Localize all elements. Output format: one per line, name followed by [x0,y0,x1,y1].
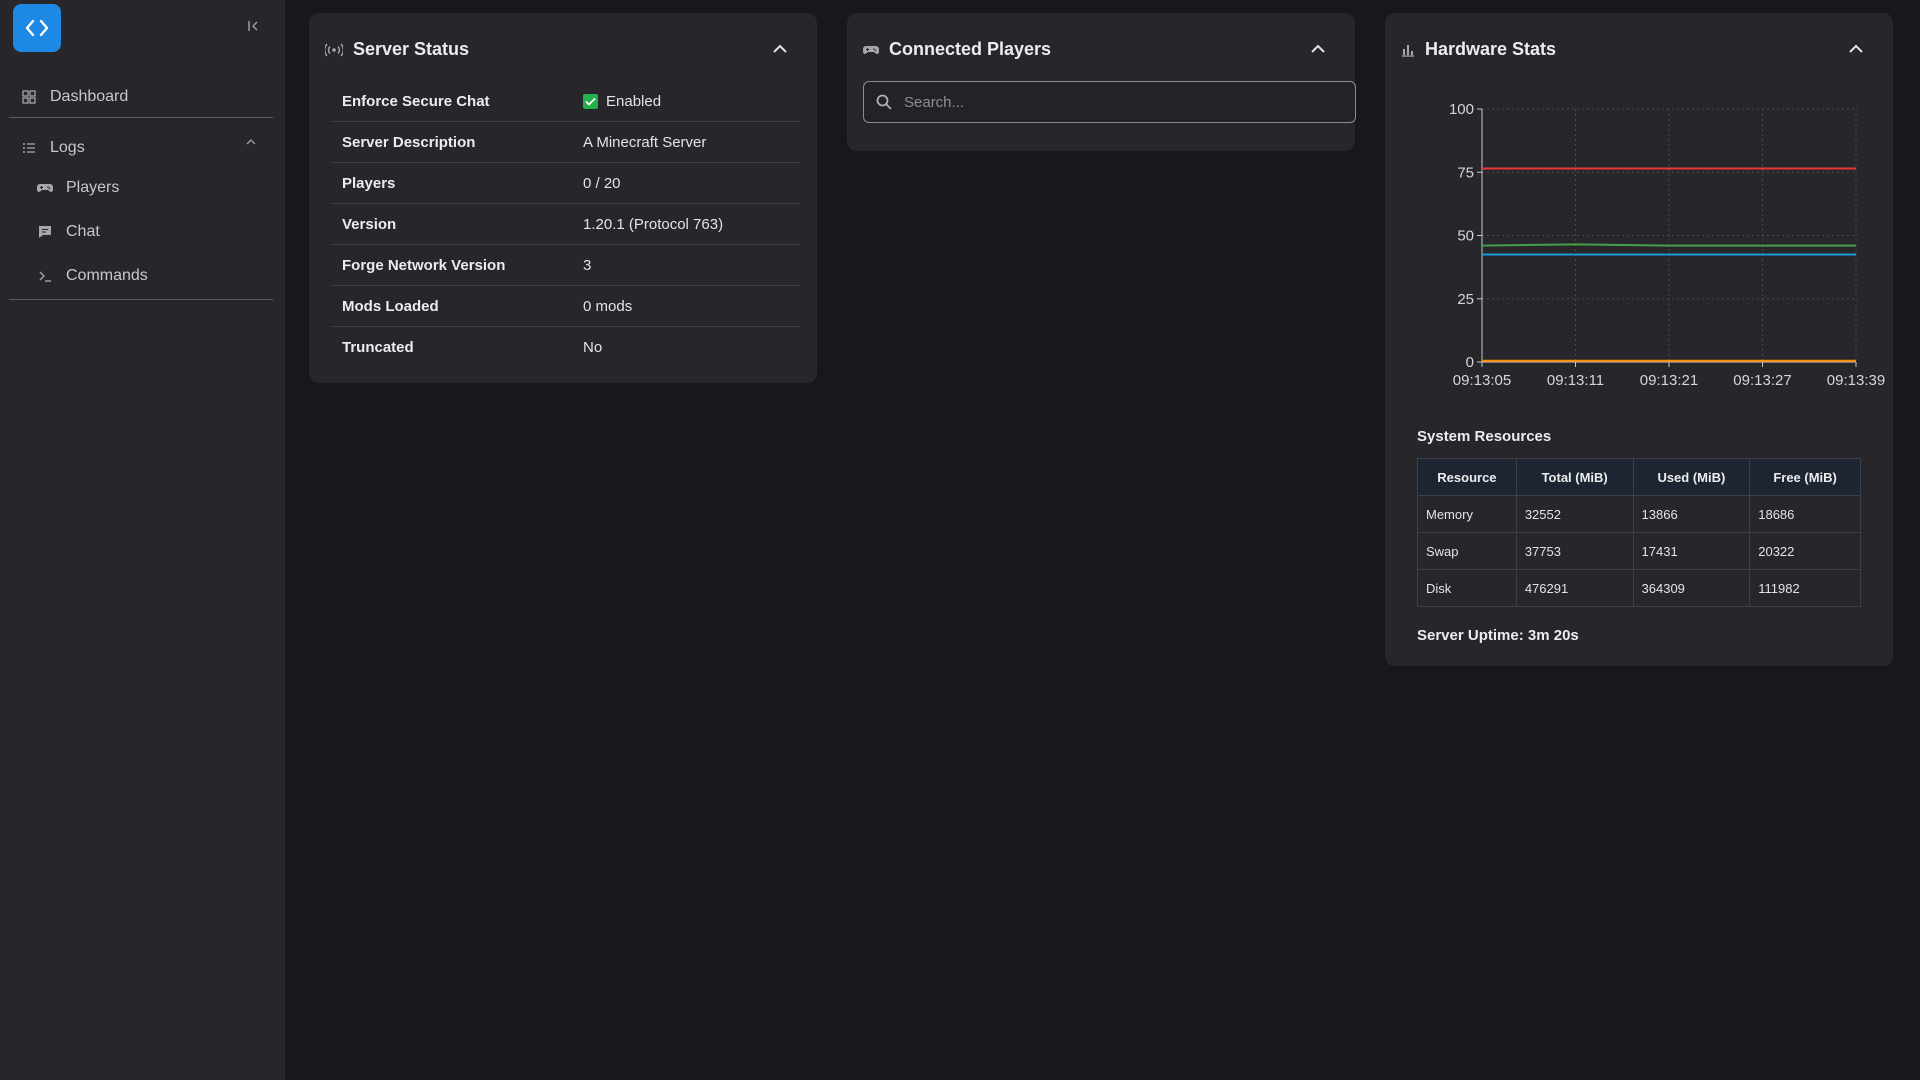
chat-icon [37,224,53,240]
code-icon [25,19,49,37]
y-tick-label: 100 [1449,101,1474,118]
sidebar-item-label: Chat [66,223,100,240]
sidebar-item-logs[interactable]: Logs [21,139,85,157]
y-tick-label: 25 [1457,291,1474,308]
connected-players-card: Connected Players [847,13,1356,151]
gamepad-icon [863,45,879,54]
table-cell: 32552 [1515,495,1634,533]
resources-table: Resource Total (MiB) Used (MiB) Free (Mi… [1417,458,1861,607]
checkbox[interactable] [583,93,598,109]
checkmark-icon [585,97,596,106]
status-key: Server Description [342,133,476,151]
resources-title: System Resources [1417,428,1552,445]
status-value: A Minecraft Server [583,133,707,151]
player-search-box[interactable] [863,81,1356,123]
table-cell: 17431 [1632,532,1751,570]
status-value: No [583,339,603,356]
x-tick-label: 09:13:39 [1827,372,1885,389]
x-tick-label: 09:13:27 [1733,372,1791,389]
list-icon [21,140,37,156]
table-cell: 13866 [1632,495,1751,533]
sidebar-item-dashboard[interactable]: Dashboard [21,88,128,106]
sidebar-item-chat[interactable]: Chat [37,223,100,241]
table-cell: Disk [1417,569,1517,607]
chevron-up-icon[interactable] [245,137,257,147]
server-uptime: Server Uptime: 3m 20s [1417,627,1579,644]
broadcast-icon [325,43,343,56]
status-key: Enforce Secure Chat [342,92,490,110]
sidebar-item-commands[interactable]: Commands [37,267,148,285]
table-cell: 364309 [1632,569,1751,607]
hardware-stats-card: Hardware Stats 0 25 50 75 100 09:13:05 09:13:1… [1385,13,1893,666]
search-icon [876,94,892,110]
chevron-up-icon[interactable] [1310,43,1326,55]
status-row-version: Version 1.20.1 (Protocol 763) [330,204,800,245]
table-cell: 20322 [1749,532,1861,570]
sidebar-item-label: Players [66,179,120,196]
sidebar-item-label: Commands [66,267,148,284]
x-tick-label: 09:13:21 [1640,372,1698,389]
hardware-line-chart: 0 25 50 75 100 09:13:05 09:13:11 09:13:21 09:13:… [1449,101,1885,389]
status-row-mods: Mods Loaded 0 mods [330,286,800,327]
status-row-truncated: Truncated No [330,327,800,368]
status-key: Version [342,215,397,233]
chevron-up-icon[interactable] [772,43,788,55]
card-title: Connected Players [889,39,1052,59]
status-value: 1.20.1 (Protocol 763) [583,215,724,233]
x-tick-label: 09:13:05 [1453,372,1511,389]
sidebar: Dashboard Logs Players Chat Commands [0,0,285,1080]
column-header: Free (MiB) [1749,458,1861,496]
table-cell: 476291 [1515,569,1634,607]
status-key: Mods Loaded [342,297,439,315]
y-tick-label: 50 [1457,228,1474,245]
column-header: Resource [1417,458,1517,496]
sidebar-divider [9,117,273,118]
card-header: Server Status [325,39,469,60]
sidebar-item-label: Dashboard [50,88,129,105]
sidebar-item-players[interactable]: Players [37,179,119,197]
status-row-secure-chat: Enforce Secure Chat Enabled [330,81,800,122]
status-value: 0 / 20 [583,174,621,192]
sidebar-item-label: Logs [50,139,85,156]
column-header: Used (MiB) [1632,458,1751,496]
table-cell: 111982 [1749,569,1861,607]
table-row: Memory 32552 13866 18686 [1417,495,1861,533]
table-cell: 37753 [1515,532,1634,570]
y-tick-label: 0 [1466,354,1474,371]
table-cell: Swap [1417,532,1517,570]
status-value: Enabled [583,93,661,110]
terminal-icon [37,268,53,284]
x-tick-label: 09:13:11 [1547,372,1604,389]
status-row-forge-network: Forge Network Version 3 [330,245,800,286]
table-row: Disk 476291 364309 111982 [1417,569,1861,607]
status-row-players: Players 0 / 20 [330,163,800,204]
player-search-input[interactable] [904,93,1324,111]
table-row: Swap 37753 17431 20322 [1417,532,1861,570]
sidebar-divider [9,299,273,300]
status-value-text: Enabled [606,92,662,110]
table-header-row: Resource Total (MiB) Used (MiB) Free (Mi… [1417,458,1861,496]
status-key: Players [342,174,396,192]
status-key: Forge Network Version [342,256,506,274]
status-key: Truncated [342,339,414,356]
table-cell: 18686 [1749,495,1861,533]
gamepad-icon [37,180,53,196]
card-header: Connected Players [863,39,1051,60]
server-status-card: Server Status Enforce Secure Chat Enable… [309,13,817,383]
column-header: Total (MiB) [1515,458,1634,496]
status-value: 0 mods [583,297,633,315]
table-cell: Memory [1417,495,1517,533]
card-title: Server Status [353,39,470,59]
grid-icon [21,89,37,105]
status-value: 3 [583,256,592,274]
collapse-sidebar-button[interactable] [244,17,262,35]
status-row-description: Server Description A Minecraft Server [330,122,800,163]
y-tick-label: 75 [1457,164,1474,181]
app-logo[interactable] [13,4,61,52]
collapse-left-icon [248,21,258,31]
